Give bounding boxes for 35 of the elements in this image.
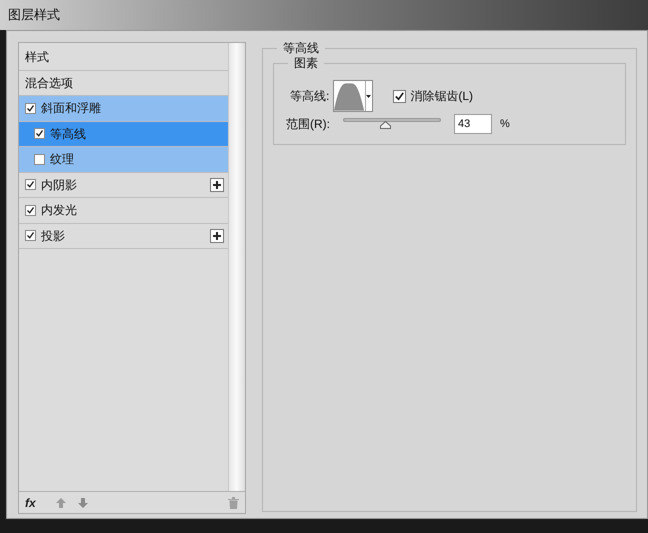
checkbox[interactable] xyxy=(393,90,406,102)
item-label: 等高线 xyxy=(50,126,87,143)
item-label: 内阴影 xyxy=(41,176,78,194)
checkbox[interactable] xyxy=(25,179,36,190)
group-title: 图素 xyxy=(288,54,324,72)
item-label: 样式 xyxy=(25,49,50,66)
checkbox[interactable] xyxy=(25,230,36,242)
style-item[interactable]: 内阴影 xyxy=(19,172,228,198)
window-title: 图层样式 xyxy=(8,6,60,24)
caret-icon[interactable] xyxy=(366,94,372,98)
checkbox[interactable] xyxy=(25,204,36,216)
range-input[interactable]: 43 xyxy=(454,114,492,134)
checkbox[interactable] xyxy=(34,128,45,140)
checkbox[interactable] xyxy=(25,102,36,114)
unit-label: % xyxy=(500,116,510,132)
contour-curve-icon xyxy=(334,81,365,111)
add-icon[interactable] xyxy=(210,178,224,192)
checkbox[interactable] xyxy=(34,154,45,165)
checkbox-label: 消除锯齿(L) xyxy=(410,88,474,105)
fx-button[interactable]: fx xyxy=(25,494,45,512)
item-label: 混合选项 xyxy=(25,74,74,92)
style-item[interactable]: 混合选项 xyxy=(19,70,228,96)
item-label: 斜面和浮雕 xyxy=(41,100,102,118)
item-label: 投影 xyxy=(41,228,66,245)
field-label: 等高线: xyxy=(290,88,330,105)
style-item[interactable]: 投影 xyxy=(19,224,228,249)
down-arrow-icon[interactable] xyxy=(77,496,89,508)
style-item[interactable]: 纹理 xyxy=(19,147,228,172)
style-item[interactable]: 等高线 xyxy=(19,122,228,147)
field-label: 范围(R): xyxy=(286,116,331,133)
add-icon[interactable] xyxy=(210,228,224,243)
style-item[interactable]: 斜面和浮雕 xyxy=(19,96,228,122)
scrollbar[interactable] xyxy=(228,43,244,491)
item-label: 内发光 xyxy=(41,202,78,220)
item-label: 纹理 xyxy=(50,151,75,168)
